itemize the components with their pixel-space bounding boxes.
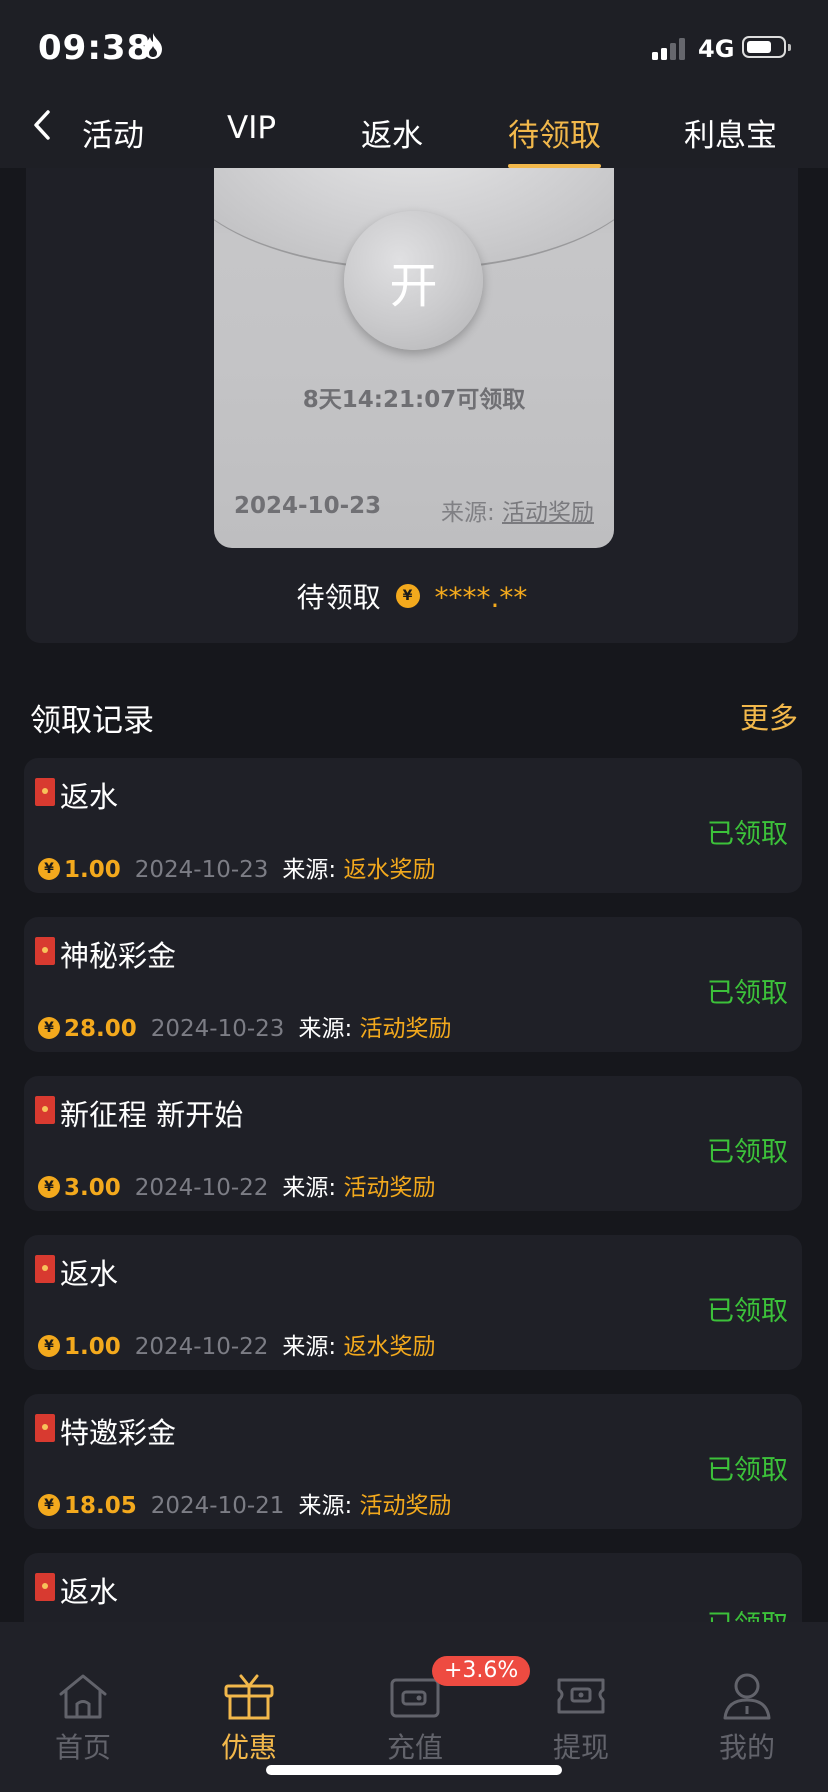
cellular-signal-icon xyxy=(652,38,685,60)
record-date: 2024-10-22 xyxy=(134,1334,269,1360)
nav-profile[interactable]: 我的 xyxy=(664,1622,828,1764)
pending-amount-masked: ****.** xyxy=(434,581,528,614)
record-name: 新征程 新开始 xyxy=(60,1098,244,1132)
red-packet-icon xyxy=(35,1096,55,1124)
coin-icon: ¥ xyxy=(38,1334,60,1357)
nav-withdraw-label: 提现 xyxy=(552,1731,609,1764)
record-amount: 1.00 xyxy=(64,1334,121,1360)
record-name: 特邀彩金 xyxy=(60,1416,177,1450)
nav-home[interactable]: 首页 xyxy=(0,1622,166,1764)
back-button[interactable] xyxy=(26,104,66,148)
record-amount: 3.00 xyxy=(64,1175,121,1201)
record-status: 已领取 xyxy=(707,1137,788,1168)
red-envelope: 开 8天14:21:07可领取 2024-10-23 来源: 活动奖励 xyxy=(214,168,614,548)
record-item[interactable]: 返水 已领取 ¥1.00 2024-10-22 来源: 返水奖励 xyxy=(24,1235,802,1370)
network-type: 4G xyxy=(698,35,735,63)
record-status: 已领取 xyxy=(707,1296,788,1327)
pending-amount: 待领取 ¥ ****.** xyxy=(26,576,798,616)
record-item[interactable]: 返水 已领取 xyxy=(24,1553,802,1641)
record-source-label: 来源: xyxy=(298,1016,353,1042)
envelope-source-label: 来源: xyxy=(440,500,495,526)
red-packet-icon xyxy=(35,778,55,806)
nav-profile-label: 我的 xyxy=(718,1731,775,1764)
tab-rebate[interactable]: 返水 xyxy=(361,110,423,155)
record-source: 活动奖励 xyxy=(359,1016,452,1042)
user-icon xyxy=(723,1673,771,1720)
open-envelope-button[interactable]: 开 xyxy=(344,211,483,350)
claim-countdown: 8天14:21:07可领取 xyxy=(302,387,526,413)
status-bar: 09:38 4G xyxy=(0,0,828,90)
record-meta: ¥28.00 2024-10-23 来源: 活动奖励 xyxy=(38,1009,452,1043)
red-packet-icon xyxy=(35,1573,55,1601)
header-tabs: 活动 VIP 返水 待领取 利息宝 xyxy=(0,90,828,168)
record-date: 2024-10-23 xyxy=(150,1016,285,1042)
record-source: 活动奖励 xyxy=(359,1493,452,1519)
record-source-label: 来源: xyxy=(282,1334,337,1360)
record-status: 已领取 xyxy=(707,819,788,850)
wallet-icon xyxy=(390,1678,440,1718)
home-indicator xyxy=(266,1765,562,1775)
records-title: 领取记录 xyxy=(30,703,154,739)
recharge-bonus-badge: +3.6% xyxy=(432,1656,531,1686)
tab-activity[interactable]: 活动 xyxy=(82,110,144,155)
withdraw-icon xyxy=(557,1678,605,1714)
record-name: 返水 xyxy=(60,780,119,814)
flame-icon xyxy=(144,33,162,59)
nav-recharge[interactable]: 充值 xyxy=(332,1622,498,1764)
record-source: 返水奖励 xyxy=(343,857,436,883)
coin-icon: ¥ xyxy=(395,584,420,608)
tab-pending[interactable]: 待领取 xyxy=(508,110,601,155)
record-date: 2024-10-22 xyxy=(134,1175,269,1201)
red-packet-icon xyxy=(35,937,55,965)
nav-withdraw[interactable]: 提现 xyxy=(498,1622,664,1764)
chevron-left-icon xyxy=(34,110,50,140)
record-name: 返水 xyxy=(60,1575,119,1609)
record-meta: ¥1.00 2024-10-22 来源: 返水奖励 xyxy=(38,1327,435,1361)
coin-icon: ¥ xyxy=(38,1175,60,1198)
record-amount: 18.05 xyxy=(64,1493,137,1519)
record-source: 返水奖励 xyxy=(343,1334,436,1360)
record-name: 返水 xyxy=(60,1257,119,1291)
coin-icon: ¥ xyxy=(38,1016,60,1039)
record-source-label: 来源: xyxy=(298,1493,353,1519)
record-status: 已领取 xyxy=(707,978,788,1009)
record-amount: 28.00 xyxy=(64,1016,137,1042)
tab-interest[interactable]: 利息宝 xyxy=(684,110,777,155)
status-time: 09:38 xyxy=(38,28,152,68)
record-source-label: 来源: xyxy=(282,857,337,883)
nav-promotions[interactable]: 优惠 xyxy=(166,1622,332,1764)
pending-label: 待领取 xyxy=(296,581,381,614)
home-icon xyxy=(59,1674,107,1719)
record-item[interactable]: 特邀彩金 已领取 ¥18.05 2024-10-21 来源: 活动奖励 xyxy=(24,1394,802,1529)
records-more-link[interactable]: 更多 xyxy=(740,695,798,737)
record-name: 神秘彩金 xyxy=(60,939,177,973)
red-packet-icon xyxy=(35,1255,55,1283)
red-packet-icon xyxy=(35,1414,55,1442)
nav-home-label: 首页 xyxy=(54,1731,111,1764)
envelope-date: 2024-10-23 xyxy=(234,493,382,519)
record-item[interactable]: 神秘彩金 已领取 ¥28.00 2024-10-23 来源: 活动奖励 xyxy=(24,917,802,1052)
coin-icon: ¥ xyxy=(38,857,60,880)
record-date: 2024-10-21 xyxy=(150,1493,285,1519)
record-status: 已领取 xyxy=(707,1455,788,1486)
record-meta: ¥3.00 2024-10-22 来源: 活动奖励 xyxy=(38,1168,435,1202)
tab-vip[interactable]: VIP xyxy=(227,110,276,146)
record-meta: ¥1.00 2024-10-23 来源: 返水奖励 xyxy=(38,850,435,884)
nav-promotions-label: 优惠 xyxy=(220,1731,277,1764)
record-meta: ¥18.05 2024-10-21 来源: 活动奖励 xyxy=(38,1486,452,1520)
record-source: 活动奖励 xyxy=(343,1175,436,1201)
gift-icon xyxy=(224,1674,274,1720)
record-date: 2024-10-23 xyxy=(134,857,269,883)
record-amount: 1.00 xyxy=(64,857,121,883)
record-source-label: 来源: xyxy=(282,1175,337,1201)
coin-icon: ¥ xyxy=(38,1493,60,1516)
battery-icon xyxy=(742,36,791,58)
record-item[interactable]: 新征程 新开始 已领取 ¥3.00 2024-10-22 来源: 活动奖励 xyxy=(24,1076,802,1211)
envelope-source: 来源: 活动奖励 xyxy=(441,493,594,527)
envelope-source-link[interactable]: 活动奖励 xyxy=(502,500,594,526)
record-item[interactable]: 返水 已领取 ¥1.00 2024-10-23 来源: 返水奖励 xyxy=(24,758,802,893)
nav-recharge-label: 充值 xyxy=(386,1731,443,1764)
